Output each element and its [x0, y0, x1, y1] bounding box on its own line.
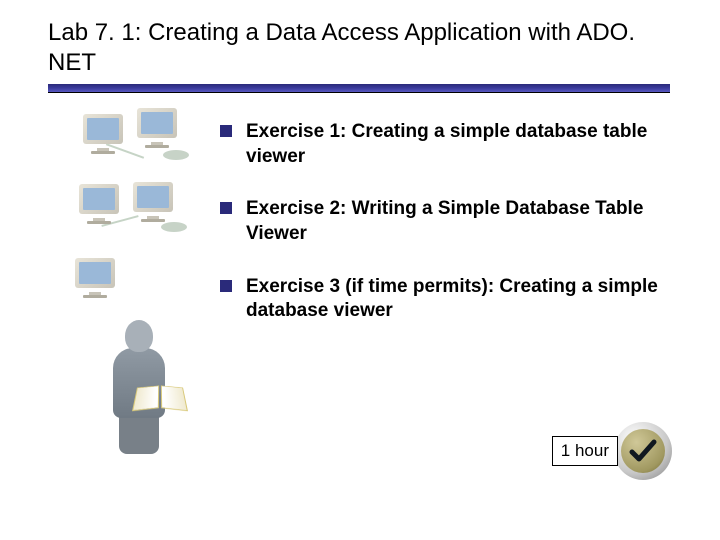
- bullet-text: Exercise 3 (if time permits): Creating a…: [246, 275, 660, 324]
- slide-title: Lab 7. 1: Creating a Data Access Applica…: [0, 0, 640, 84]
- time-badge: 1 hour: [552, 422, 672, 480]
- computer-icon: [133, 182, 177, 222]
- computer-icon: [75, 258, 119, 298]
- person-reading-icon: [95, 320, 185, 460]
- computer-icon: [83, 114, 127, 154]
- computer-icon: [137, 108, 181, 148]
- server-disk-icon: [161, 222, 187, 232]
- list-item: Exercise 3 (if time permits): Creating a…: [220, 275, 660, 324]
- clock-check-icon: [614, 422, 672, 480]
- bullet-text: Exercise 1: Creating a simple database t…: [246, 120, 660, 169]
- bullet-square-icon: [220, 125, 232, 137]
- list-item: Exercise 1: Creating a simple database t…: [220, 120, 660, 169]
- title-underline: [48, 84, 670, 92]
- computer-icon: [79, 184, 123, 224]
- bullet-list: Exercise 1: Creating a simple database t…: [220, 120, 660, 352]
- list-item: Exercise 2: Writing a Simple Database Ta…: [220, 197, 660, 246]
- content-area: Exercise 1: Creating a simple database t…: [0, 92, 720, 522]
- sidebar-illustration: [75, 102, 205, 462]
- bullet-text: Exercise 2: Writing a Simple Database Ta…: [246, 197, 660, 246]
- time-label: 1 hour: [552, 436, 618, 466]
- bullet-square-icon: [220, 280, 232, 292]
- server-disk-icon: [163, 150, 189, 160]
- bullet-square-icon: [220, 202, 232, 214]
